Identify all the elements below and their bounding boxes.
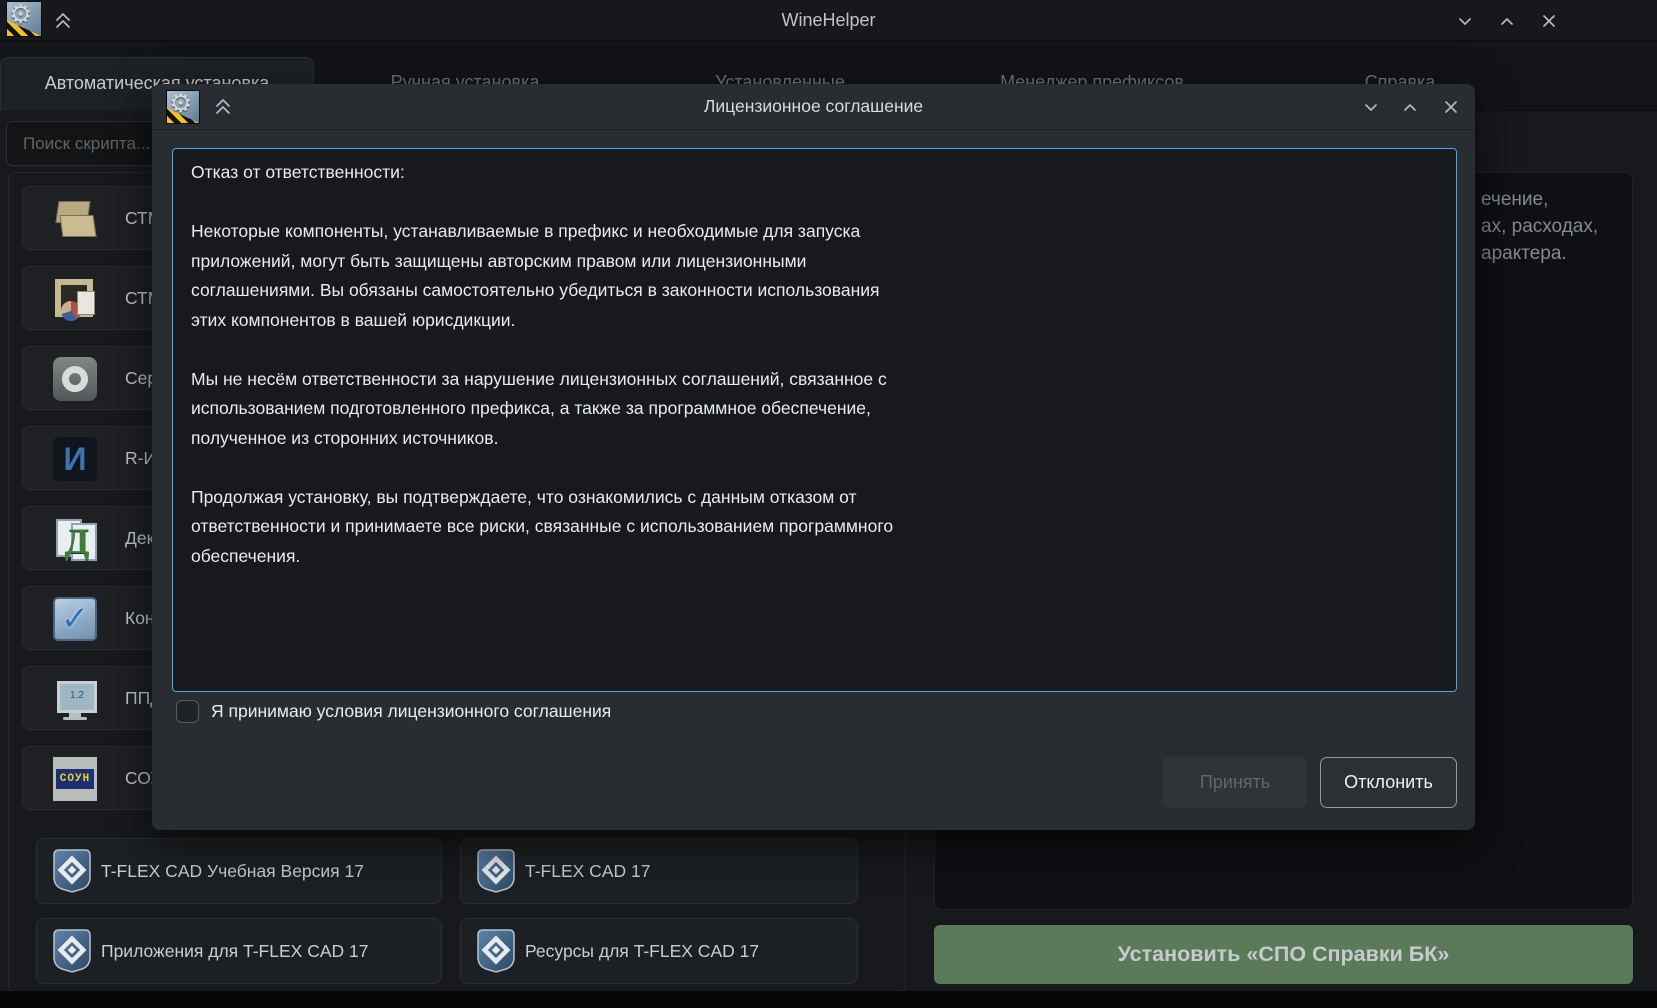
- window-title: WineHelper: [0, 0, 1657, 40]
- folders-icon: [53, 197, 97, 241]
- tflex-logo-icon: [477, 929, 515, 973]
- accept-terms-checkbox[interactable]: [176, 700, 199, 723]
- license-text: Отказ от ответственности: Некоторые комп…: [173, 149, 1456, 580]
- close-button[interactable]: [1536, 8, 1562, 34]
- gray-ring-icon: [53, 357, 97, 401]
- tflex-logo-icon: [477, 849, 515, 893]
- tflex-tile[interactable]: Приложения для T-FLEX CAD 17: [36, 918, 442, 984]
- tflex-tile[interactable]: T-FLEX CAD Учебная Версия 17: [36, 838, 442, 904]
- letter-i-icon: И: [53, 437, 97, 481]
- tflex-logo-icon: [53, 929, 91, 973]
- checkmark-screen-icon: ✓: [53, 597, 97, 641]
- license-text-area[interactable]: Отказ от ответственности: Некоторые комп…: [172, 148, 1457, 692]
- soun-badge-icon: СОУН: [53, 757, 97, 801]
- accept-terms-label: Я принимаю условия лицензионного соглаше…: [211, 697, 611, 725]
- minimize-button[interactable]: [1452, 8, 1478, 34]
- monitor-icon: 1.2: [53, 677, 97, 721]
- install-spo-button[interactable]: Установить «СПО Справки БК»: [934, 925, 1633, 984]
- decline-button[interactable]: Отклонить: [1320, 757, 1457, 808]
- maximize-button[interactable]: [1397, 94, 1423, 120]
- tflex-tile[interactable]: T-FLEX CAD 17: [460, 838, 858, 904]
- maximize-button[interactable]: [1494, 8, 1520, 34]
- accept-button[interactable]: Принять: [1163, 757, 1307, 808]
- minimize-button[interactable]: [1358, 94, 1384, 120]
- picture-frame-icon: [53, 277, 97, 321]
- close-button[interactable]: [1438, 94, 1464, 120]
- license-dialog: ⚙ Лицензионное соглашение Отказ от ответ…: [152, 84, 1475, 830]
- documents-d-icon: Д: [53, 517, 97, 561]
- tflex-logo-icon: [53, 849, 91, 893]
- titlebar: ⚙ WineHelper: [0, 0, 1657, 41]
- description-text: ечение, ах, расходах, арактера.: [1481, 186, 1598, 267]
- bottom-bar: [0, 991, 1657, 1008]
- tflex-tile[interactable]: Ресурсы для T-FLEX CAD 17: [460, 918, 858, 984]
- dialog-titlebar: ⚙ Лицензионное соглашение: [152, 84, 1475, 130]
- winehelper-window: ⚙ WineHelper Автоматическая установка Ру…: [0, 0, 1657, 1008]
- dialog-title: Лицензионное соглашение: [152, 84, 1475, 129]
